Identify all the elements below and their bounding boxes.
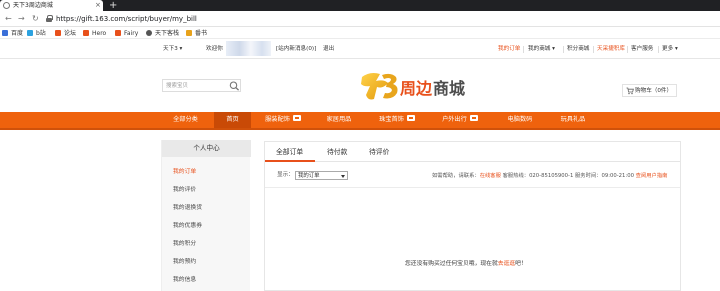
main-nav: 全部分类 首页 服装配饰 家居用品 珠宝首饰 户外出行 电脑数码 玩具礼品: [0, 112, 720, 130]
lock-icon[interactable]: [46, 15, 53, 22]
bookmark-item[interactable]: 百度: [2, 29, 23, 38]
bookmark-icon: [186, 30, 192, 36]
cart-button[interactable]: 购物车（0件）: [622, 84, 677, 97]
divider: [658, 46, 659, 53]
nav-all-categories[interactable]: 全部分类: [162, 112, 209, 128]
points-mall-link[interactable]: 积分商城: [567, 45, 589, 53]
orders-panel: 全部订单 待付款 待评价 显示： 我的订单 如需帮助，请联系：在线客服 客服热线…: [264, 141, 681, 291]
messages-link[interactable]: [站内新消息(0)]: [276, 45, 316, 53]
filter-label: 显示：: [277, 172, 294, 178]
sidebar-item-returns[interactable]: 我的退换货: [173, 204, 202, 212]
tab-pending-payment[interactable]: 待付款: [327, 148, 347, 157]
my-orders-link[interactable]: 我的订单: [498, 45, 520, 53]
browser-tab[interactable]: 天下3周边商城 ×: [0, 0, 103, 11]
divider: [265, 187, 680, 188]
browser-tab-strip: 天下3周边商城 × +: [0, 0, 720, 11]
sidebar-item-points[interactable]: 我的积分: [173, 240, 196, 248]
username-image: [226, 41, 271, 56]
tab-close-icon[interactable]: ×: [95, 1, 101, 9]
tab-title: 天下3周边商城: [13, 2, 53, 9]
search-icon: [229, 81, 240, 91]
bookmark-item[interactable]: b站: [27, 29, 46, 38]
hot-badge-icon: [469, 115, 478, 121]
bookmark-item[interactable]: 论坛: [55, 29, 76, 38]
divider: [627, 46, 628, 53]
cart-label: 购物车（0件）: [635, 88, 673, 94]
site-logo[interactable]: 周边 商城: [358, 69, 486, 105]
nav-home[interactable]: 首页: [214, 112, 251, 128]
user-guide-link[interactable]: 查阅用户指南: [636, 173, 668, 179]
empty-orders-message: 您还没有购买过任何宝贝哦，现在就去逛逛吧！: [405, 261, 527, 267]
welcome-text: 欢迎你: [206, 46, 223, 52]
nav-digital[interactable]: 电脑数码: [500, 112, 540, 128]
dianzhuan-link[interactable]: 天采捷积库: [597, 45, 625, 53]
bookmark-icon: [83, 30, 89, 36]
order-filter-select[interactable]: 我的订单: [295, 171, 348, 180]
nav-clothing[interactable]: 服装配饰: [260, 112, 306, 128]
more-menu[interactable]: 更多 ▾: [662, 45, 678, 53]
logo-text: 周边: [400, 79, 433, 98]
reload-icon[interactable]: ↻: [32, 14, 39, 24]
my-mall-menu[interactable]: 我的商城 ▾: [528, 45, 555, 53]
sidebar-item-my-reviews[interactable]: 我的评价: [173, 186, 196, 194]
new-tab-icon[interactable]: +: [109, 0, 117, 11]
bookmark-item[interactable]: Fairy: [115, 29, 138, 38]
logo-graphic: 周边 商城: [361, 73, 465, 100]
address-bar[interactable]: https://gift.163.com/script/buyer/my_bil…: [56, 14, 197, 24]
hot-badge-icon: [292, 115, 301, 121]
go-shopping-link[interactable]: 去逛逛: [498, 261, 515, 267]
browser-toolbar: ← → ↻ https://gift.163.com/script/buyer/…: [0, 11, 720, 27]
chevron-down-icon: [341, 175, 345, 178]
hot-badge-icon: [406, 115, 415, 121]
online-service-link[interactable]: 在线客服: [480, 173, 501, 179]
bookmark-icon: [55, 30, 61, 36]
bookmark-item[interactable]: 天下客栈: [146, 29, 179, 38]
search-button[interactable]: [229, 81, 240, 91]
divider: [523, 46, 524, 53]
cart-icon: [626, 87, 634, 95]
site-top-bar: 天下3 ▾ 欢迎你 [站内新消息(0)] 退出 我的订单 我的商城 ▾ 积分商城…: [0, 40, 720, 59]
divider: [563, 46, 564, 53]
logo-text: 商城: [433, 79, 465, 98]
tab-all-orders[interactable]: 全部订单: [276, 148, 303, 157]
sidebar-item-my-info[interactable]: 我的信息: [173, 276, 196, 284]
active-tab-indicator: [265, 160, 315, 162]
nav-home-goods[interactable]: 家居用品: [322, 112, 356, 128]
search-input[interactable]: 搜索宝贝: [166, 83, 188, 90]
nav-jewelry[interactable]: 珠宝首饰: [374, 112, 420, 128]
search-box[interactable]: 搜索宝贝: [162, 79, 241, 92]
logout-link[interactable]: 退出: [323, 45, 334, 53]
account-sidebar: 个人中心 我的订单 我的评价 我的退换货 我的优惠券 我的积分 我的预约 我的信…: [161, 140, 251, 291]
sidebar-item-my-orders[interactable]: 我的订单: [173, 168, 196, 176]
bookmark-item[interactable]: 番书: [186, 29, 207, 38]
bookmarks-bar: 百度 b站 论坛 Hero Fairy 天下客栈 番书: [0, 28, 720, 39]
back-icon[interactable]: ←: [5, 14, 12, 24]
nav-toys-gifts[interactable]: 玩具礼品: [553, 112, 593, 128]
customer-service-link[interactable]: 客户服务: [631, 45, 653, 53]
help-info: 如需帮助，请联系：在线客服 客服热线：020-85105900-1 服务时间：0…: [432, 173, 668, 179]
bookmark-item[interactable]: Hero: [83, 29, 106, 38]
nav-outdoor[interactable]: 户外出行: [437, 112, 483, 128]
divider: [593, 46, 594, 53]
tab-pending-review[interactable]: 待评价: [369, 148, 389, 157]
sidebar-title: 个人中心: [162, 140, 251, 157]
sidebar-item-coupons[interactable]: 我的优惠券: [173, 222, 202, 230]
bookmark-icon: [146, 30, 152, 36]
order-tabs: 全部订单 待付款 待评价: [265, 142, 680, 162]
game-selector[interactable]: 天下3 ▾: [163, 45, 182, 53]
tab-favicon-icon: [3, 2, 10, 9]
order-filter-value: 我的订单: [298, 173, 320, 179]
forward-icon[interactable]: →: [18, 14, 25, 24]
bookmark-icon: [115, 30, 121, 36]
sidebar-item-reservations[interactable]: 我的预约: [173, 258, 196, 266]
bookmark-icon: [27, 30, 33, 36]
bookmark-icon: [2, 30, 8, 36]
